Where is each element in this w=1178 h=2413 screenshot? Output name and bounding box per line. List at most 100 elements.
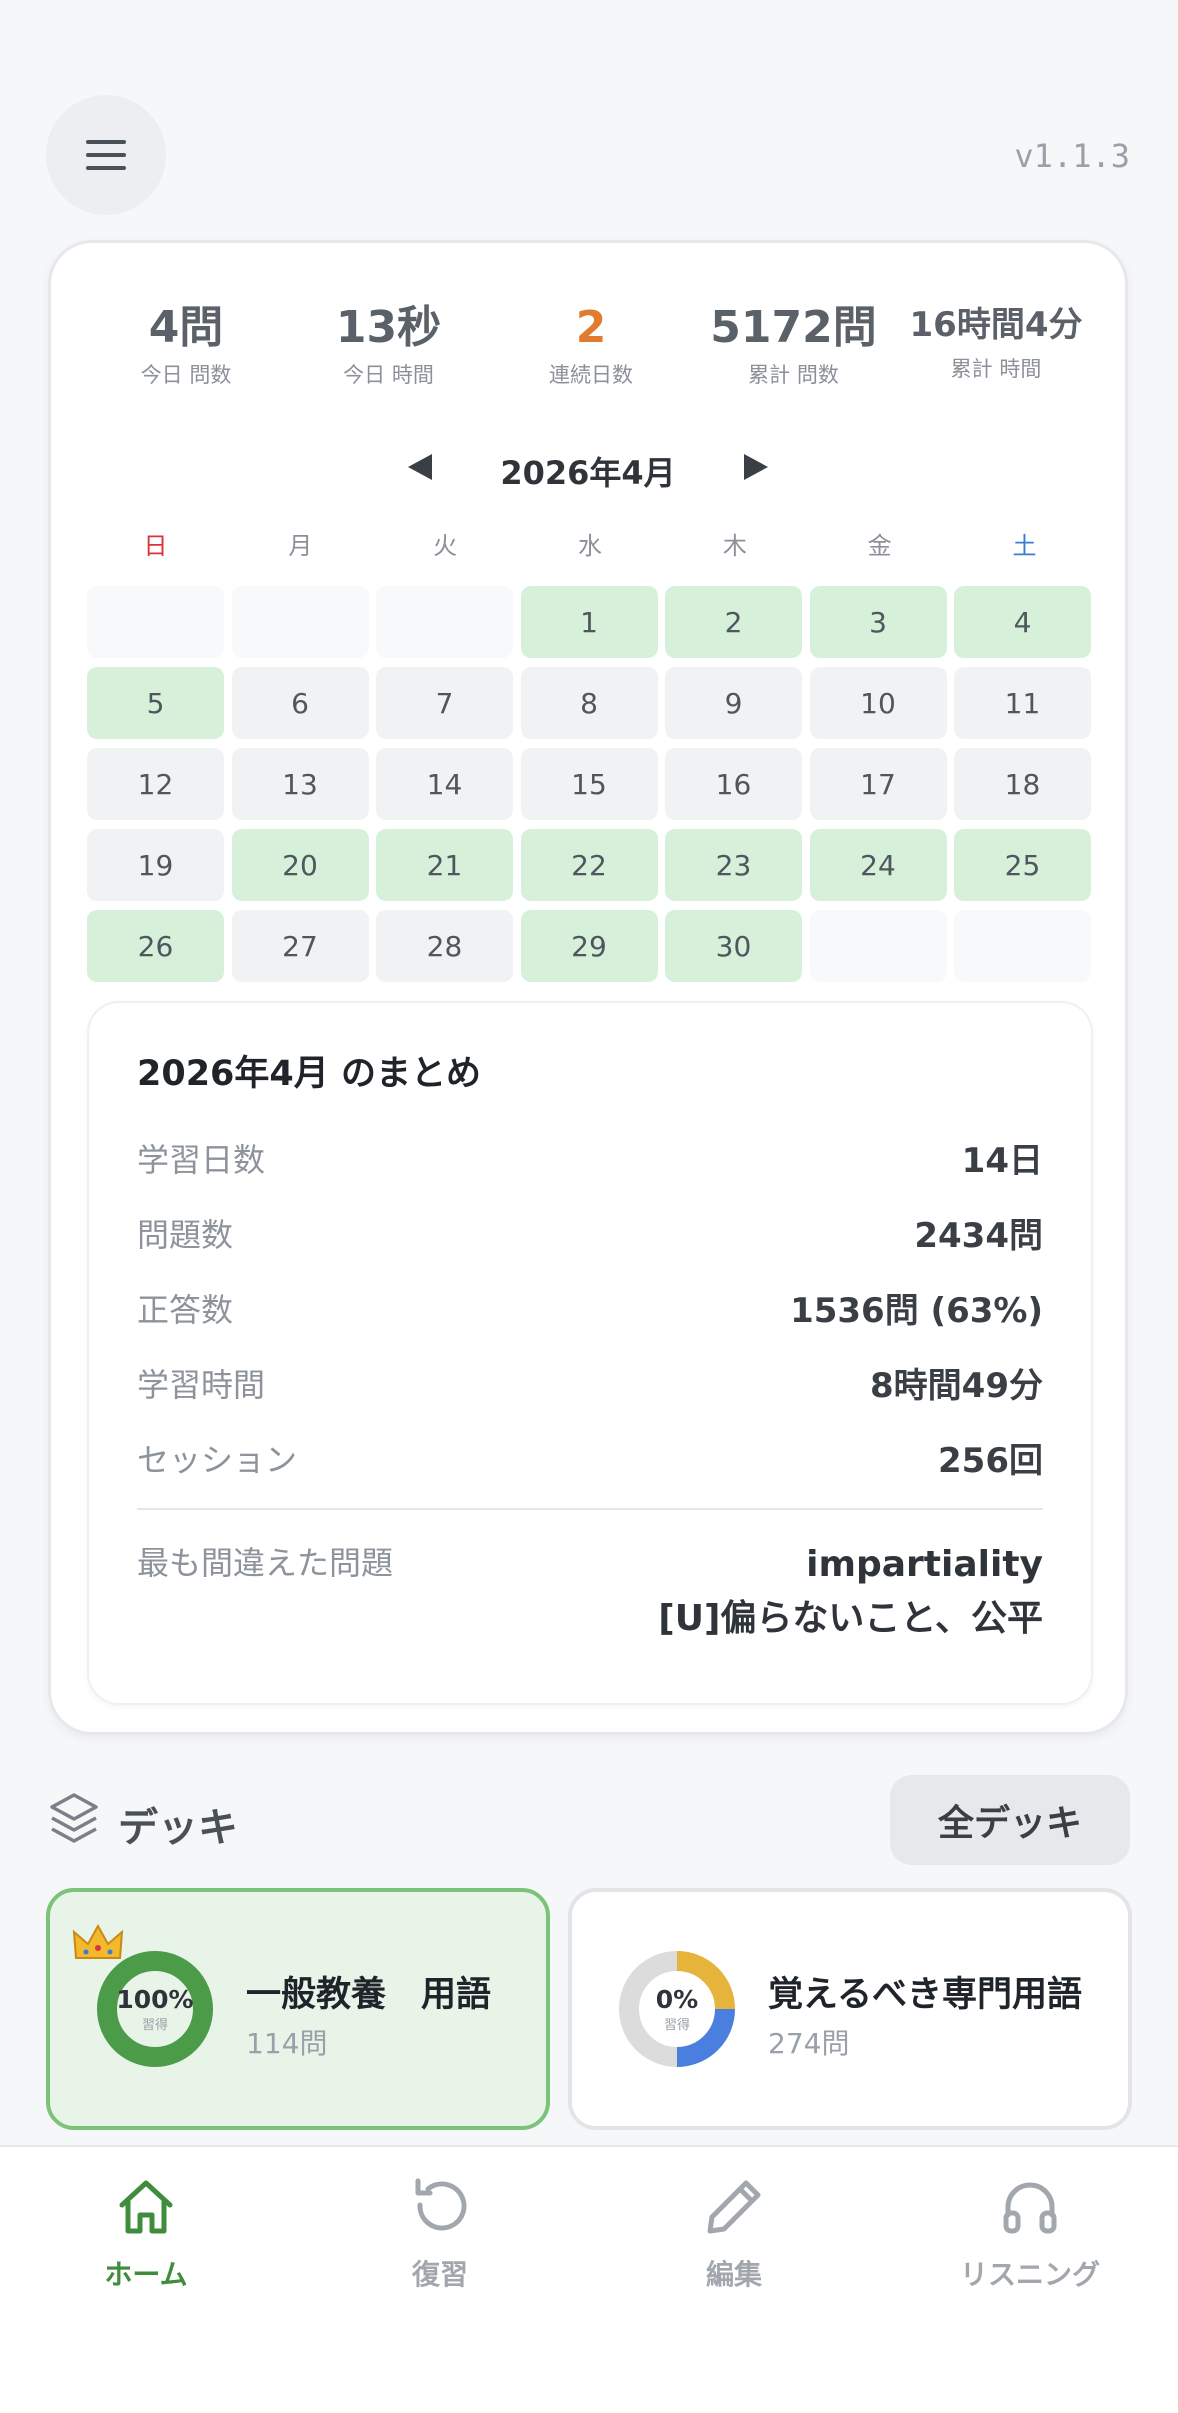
mastery-label: 習得 — [141, 2017, 168, 2033]
deck-card[interactable]: 100% 習得 一般教養 用語 114問 — [46, 1888, 550, 2130]
calendar-day-15[interactable]: 15 — [520, 748, 658, 820]
calendar-day-29[interactable]: 29 — [520, 910, 658, 982]
deck-name: 覚えるべき専門用語 — [768, 1975, 1082, 2015]
calendar-day-24[interactable]: 24 — [809, 829, 947, 901]
menu-button[interactable] — [46, 95, 166, 215]
summary-label: 学習日数 — [137, 1140, 266, 1179]
weekday-label: 木 — [722, 531, 747, 560]
mastery-percent: 100% — [116, 1984, 194, 2014]
summary-label: 正答数 — [137, 1290, 234, 1329]
calendar-day-1[interactable]: 1 — [520, 586, 658, 658]
mastery-ring: 0% 習得 — [612, 1944, 742, 2074]
stat-today-questions: 4問 今日 問数 — [91, 301, 281, 389]
tab-label: 編集 — [705, 2258, 762, 2291]
calendar: 日 月 火 水 木 金 土 1 2 3 4 5 6 7 8 9 10 11 12 13 14 15 16 17 1… — [87, 518, 1093, 982]
version-label: v1.1.3 — [1014, 137, 1130, 175]
mastery-percent: 0% — [655, 1984, 699, 2014]
tab-listening[interactable]: リスニング — [930, 2175, 1130, 2293]
refresh-icon — [415, 2178, 467, 2231]
calendar-day-27[interactable]: 27 — [231, 910, 369, 982]
calendar-day-18[interactable]: 18 — [954, 748, 1091, 820]
summary-label: セッション — [137, 1440, 298, 1479]
calendar-day-20[interactable]: 20 — [231, 829, 369, 901]
stat-total-questions: 5172問 累計 問数 — [699, 301, 889, 389]
stat-streak: 2 連続日数 — [496, 301, 686, 389]
weekday-header: 日 月 火 水 木 金 土 — [87, 518, 1093, 568]
summary-row-sessions: セッション 256回 — [137, 1433, 1043, 1482]
calendar-day-10[interactable]: 10 — [809, 667, 947, 739]
calendar-day-12[interactable]: 12 — [87, 748, 224, 820]
summary-row-questions: 問題数 2434問 — [137, 1208, 1043, 1257]
most-missed-word: impartiality — [806, 1544, 1043, 1585]
calendar-day-28[interactable]: 28 — [376, 910, 513, 982]
calendar-day-14[interactable]: 14 — [376, 748, 513, 820]
layers-icon — [48, 1791, 100, 1851]
triangle-right-icon — [743, 454, 768, 480]
stat-today-time: 13秒 今日 時間 — [294, 301, 484, 389]
calendar-day-23[interactable]: 23 — [665, 829, 802, 901]
calendar-day-7[interactable]: 7 — [376, 667, 513, 739]
most-missed-label: 最も間違えた問題 — [137, 1544, 394, 1582]
calendar-day-4[interactable]: 4 — [954, 586, 1091, 658]
headphones-icon — [1003, 2182, 1057, 2234]
most-missed-value: impartiality [U]偏らないこと、公平 — [658, 1538, 1043, 1646]
stat-label: 今日 問数 — [140, 363, 232, 387]
tab-home[interactable]: ホーム — [46, 2175, 246, 2293]
calendar-day-25[interactable]: 25 — [954, 829, 1091, 901]
calendar-day-13[interactable]: 13 — [231, 748, 369, 820]
summary-title: 2026年4月 のまとめ — [137, 1054, 481, 1094]
calendar-day-9[interactable]: 9 — [665, 667, 802, 739]
summary-value: 14日 — [961, 1141, 1043, 1181]
menu-icon — [86, 140, 126, 170]
calendar-day-6[interactable]: 6 — [231, 667, 369, 739]
summary-row-correct: 正答数 1536問 (63%) — [137, 1283, 1043, 1332]
month-navigator: 2026年4月 — [51, 448, 1125, 494]
stat-label: 今日 時間 — [343, 363, 434, 387]
calendar-day-17[interactable]: 17 — [809, 748, 947, 820]
summary-value: 2434問 — [914, 1216, 1043, 1256]
calendar-day-5[interactable]: 5 — [87, 667, 224, 739]
stat-value: 13秒 — [335, 302, 442, 353]
weekday-label: 日 — [143, 531, 168, 560]
stat-value: 5172問 — [710, 302, 877, 353]
summary-row-study-time: 学習時間 8時間49分 — [137, 1358, 1043, 1407]
calendar-day-3[interactable]: 3 — [809, 586, 947, 658]
calendar-day-2[interactable]: 2 — [665, 586, 802, 658]
tab-review[interactable]: 復習 — [340, 2175, 540, 2293]
summary-value: 8時間49分 — [870, 1366, 1043, 1406]
pencil-icon — [707, 2180, 761, 2234]
summary-divider — [137, 1508, 1043, 1510]
tab-edit[interactable]: 編集 — [634, 2175, 834, 2293]
calendar-day-16[interactable]: 16 — [665, 748, 802, 820]
deck-card[interactable]: 0% 習得 覚えるべき専門用語 274問 — [568, 1888, 1132, 2130]
stat-value: 2 — [575, 302, 607, 353]
stat-total-time: 16時間4分 累計 時間 — [901, 301, 1091, 389]
calendar-day-11[interactable]: 11 — [954, 667, 1091, 739]
weekday-label: 月 — [288, 531, 313, 560]
calendar-day-19[interactable]: 19 — [87, 829, 224, 901]
weekday-label: 火 — [433, 531, 458, 560]
calendar-day-21[interactable]: 21 — [376, 829, 513, 901]
calendar-day-30[interactable]: 30 — [665, 910, 802, 982]
calendar-grid: 1 2 3 4 5 6 7 8 9 10 11 12 13 14 15 16 17 18 19 20 21 22 23 24 2… — [87, 586, 1093, 982]
all-decks-button[interactable]: 全デッキ — [890, 1775, 1130, 1865]
summary-label: 学習時間 — [137, 1365, 266, 1404]
tab-label: リスニング — [959, 2258, 1100, 2291]
mastery-ring: 100% 習得 — [90, 1944, 220, 2074]
stat-label: 累計 問数 — [748, 363, 839, 387]
calendar-day-22[interactable]: 22 — [520, 829, 658, 901]
calendar-day-empty — [87, 586, 224, 658]
deck-section-title: デッキ — [118, 1805, 238, 1851]
tab-label: ホーム — [104, 2258, 188, 2291]
deck-count: 274問 — [768, 2027, 850, 2060]
calendar-day-26[interactable]: 26 — [87, 910, 224, 982]
calendar-day-empty — [376, 586, 513, 658]
next-month-button[interactable] — [736, 452, 776, 490]
prev-month-button[interactable] — [400, 452, 440, 490]
home-icon — [119, 2180, 173, 2234]
triangle-left-icon — [408, 454, 433, 480]
summary-value: 1536問 (63%) — [790, 1291, 1043, 1331]
calendar-day-8[interactable]: 8 — [520, 667, 658, 739]
calendar-day-empty — [809, 910, 947, 982]
deck-count: 114問 — [246, 2027, 328, 2060]
